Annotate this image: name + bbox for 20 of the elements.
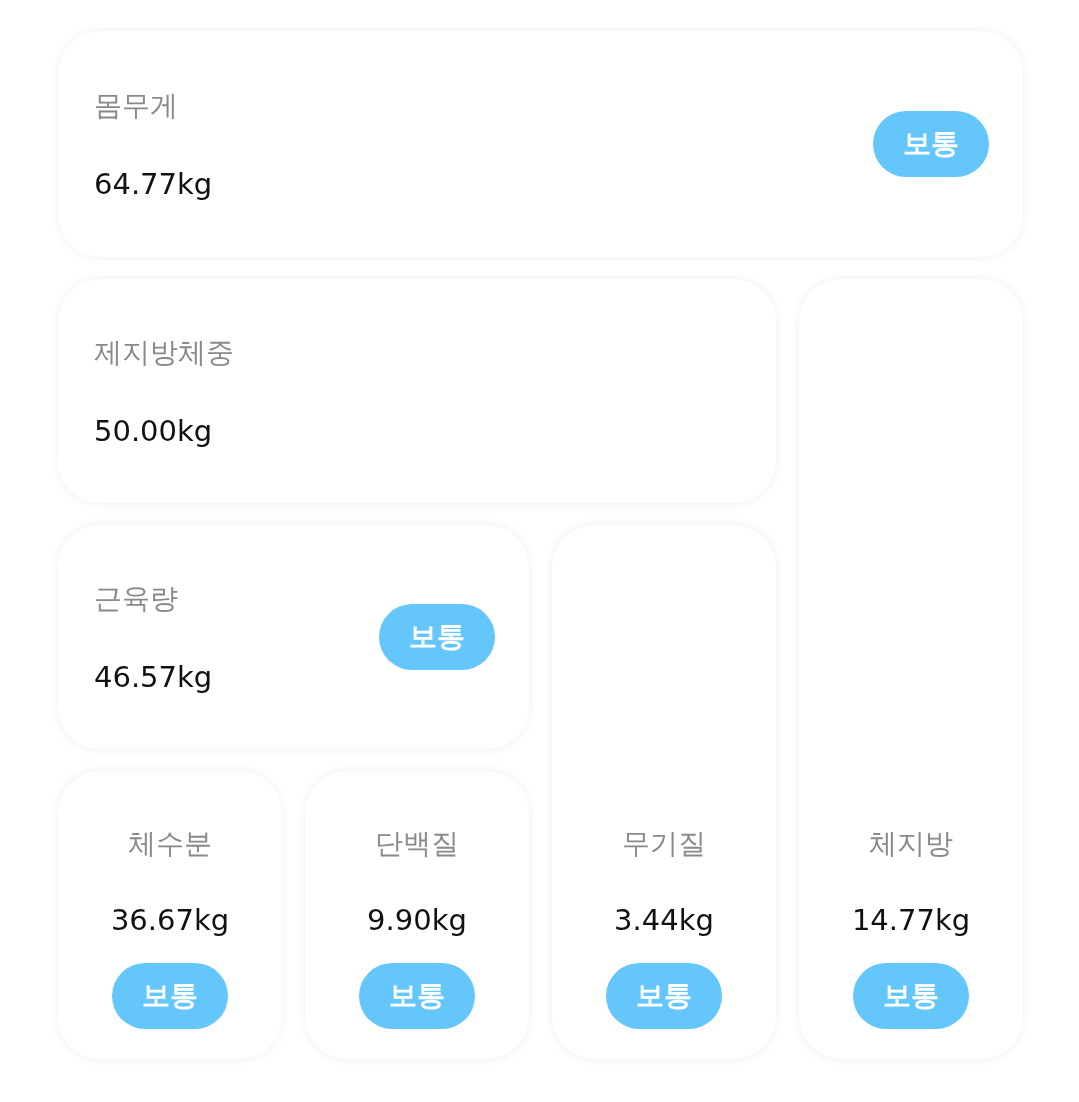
metric-value: 14.77kg (851, 903, 971, 937)
metric-value: 50.00kg (94, 414, 214, 448)
metric-value: 9.90kg (367, 903, 467, 937)
status-pill: 보통 (112, 963, 228, 1029)
status-pill: 보통 (606, 963, 722, 1029)
metric-label: 체수분 (128, 826, 212, 862)
metric-label: 체지방 (869, 826, 953, 862)
metric-value: 46.57kg (94, 660, 213, 694)
metric-label: 무기질 (622, 826, 706, 862)
metric-value: 3.44kg (614, 903, 714, 937)
status-pill: 보통 (873, 111, 989, 177)
metric-label: 근육량 (94, 581, 179, 617)
metric-value: 64.77kg (94, 167, 213, 201)
status-pill: 보통 (379, 604, 495, 670)
metric-value: 36.67kg (110, 903, 230, 937)
metric-label: 제지방체중 (94, 335, 234, 371)
metric-label: 몸무게 (94, 88, 179, 124)
status-pill: 보통 (359, 963, 475, 1029)
metric-label: 단백질 (375, 826, 459, 862)
status-pill: 보통 (853, 963, 969, 1029)
